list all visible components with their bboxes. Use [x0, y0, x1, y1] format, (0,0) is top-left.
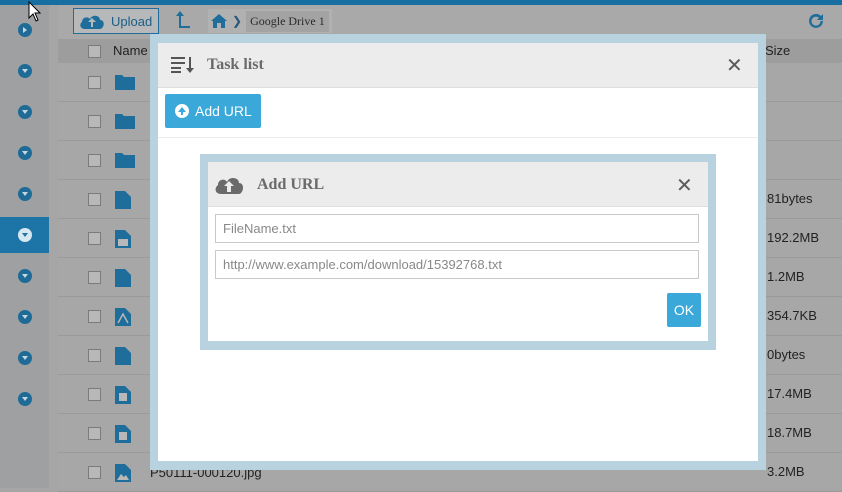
- row-checkbox[interactable]: [88, 76, 101, 89]
- file-icon: [115, 269, 131, 287]
- file-size: 354.7KB: [767, 308, 817, 323]
- media-file-icon: [115, 386, 131, 404]
- folder-icon: [115, 153, 135, 168]
- file-size: 1.2MB: [767, 269, 805, 284]
- refresh-icon[interactable]: [808, 13, 824, 29]
- sidebar-item-3[interactable]: [0, 94, 49, 130]
- column-size-header[interactable]: Size: [765, 43, 790, 58]
- task-list-header: Task list ✕: [158, 43, 758, 88]
- chevron-down-icon: [17, 392, 32, 406]
- file-size: 192.2MB: [767, 230, 820, 245]
- chevron-down-icon: [17, 105, 32, 119]
- add-url-button[interactable]: Add URL: [165, 94, 261, 128]
- chevron-down-icon: [17, 64, 32, 78]
- chevron-down-icon: [17, 351, 32, 365]
- up-level-icon[interactable]: [176, 11, 190, 29]
- file-size: 18.7MB: [767, 425, 812, 440]
- sidebar-item-6-active[interactable]: [0, 217, 49, 253]
- task-list-title: Task list: [207, 56, 264, 73]
- media-file-icon: [115, 425, 131, 443]
- sidebar-item-2[interactable]: [0, 53, 49, 89]
- add-url-dialog: Add URL ✕ OK: [208, 162, 708, 341]
- sidebar: [0, 5, 49, 488]
- cloud-upload-icon: [215, 177, 244, 194]
- close-icon[interactable]: ✕: [676, 176, 693, 196]
- row-checkbox[interactable]: [88, 349, 101, 362]
- cloud-upload-icon: [80, 15, 104, 29]
- folder-icon: [115, 75, 135, 90]
- chevron-down-icon: [17, 146, 32, 160]
- file-size: 0bytes: [767, 347, 806, 362]
- chevron-down-icon: [17, 228, 32, 242]
- url-input[interactable]: [215, 250, 699, 279]
- select-all-checkbox[interactable]: [88, 45, 101, 58]
- sidebar-item-7[interactable]: [0, 258, 49, 294]
- file-size: 81bytes: [767, 191, 813, 206]
- image-file-icon: [115, 464, 131, 482]
- divider: [158, 137, 758, 138]
- sidebar-item-10[interactable]: [0, 381, 49, 417]
- row-checkbox[interactable]: [88, 154, 101, 167]
- row-checkbox[interactable]: [88, 310, 101, 323]
- row-checkbox[interactable]: [88, 193, 101, 206]
- column-name-header[interactable]: Name: [113, 43, 148, 58]
- sidebar-item-9[interactable]: [0, 340, 49, 376]
- folder-icon: [115, 114, 135, 129]
- file-icon: [115, 347, 131, 365]
- file-size: 17.4MB: [767, 386, 812, 401]
- ok-button[interactable]: OK: [667, 293, 701, 327]
- row-checkbox[interactable]: [88, 427, 101, 440]
- home-icon[interactable]: [208, 10, 230, 32]
- add-url-dialog-header: Add URL ✕: [208, 162, 708, 207]
- breadcrumb: ❯ Google Drive 1: [208, 9, 332, 33]
- zip-file-icon: [115, 230, 131, 248]
- file-size: 3.2MB: [767, 464, 805, 479]
- mouse-cursor-icon: [28, 1, 42, 22]
- row-checkbox[interactable]: [88, 232, 101, 245]
- sidebar-item-4[interactable]: [0, 135, 49, 171]
- close-icon[interactable]: ✕: [726, 56, 743, 76]
- sort-list-icon: [171, 57, 194, 73]
- chevron-right-icon: ❯: [232, 14, 243, 28]
- row-checkbox[interactable]: [88, 388, 101, 401]
- file-icon: [115, 191, 131, 209]
- chevron-right-icon: [17, 23, 32, 37]
- sidebar-item-8[interactable]: [0, 299, 49, 335]
- add-url-dialog-title: Add URL: [257, 176, 325, 193]
- upload-label: Upload: [111, 13, 153, 29]
- arrow-up-circle-icon: [175, 104, 189, 118]
- row-checkbox[interactable]: [88, 466, 101, 479]
- upload-button[interactable]: Upload: [73, 8, 159, 34]
- sidebar-item-5[interactable]: [0, 176, 49, 212]
- breadcrumb-current[interactable]: Google Drive 1: [246, 10, 329, 32]
- pdf-file-icon: [115, 308, 131, 326]
- row-checkbox[interactable]: [88, 115, 101, 128]
- row-checkbox[interactable]: [88, 271, 101, 284]
- chevron-down-icon: [17, 310, 32, 324]
- chevron-down-icon: [17, 269, 32, 283]
- add-url-button-label: Add URL: [195, 103, 252, 119]
- chevron-down-icon: [17, 187, 32, 201]
- filename-input[interactable]: [215, 214, 699, 243]
